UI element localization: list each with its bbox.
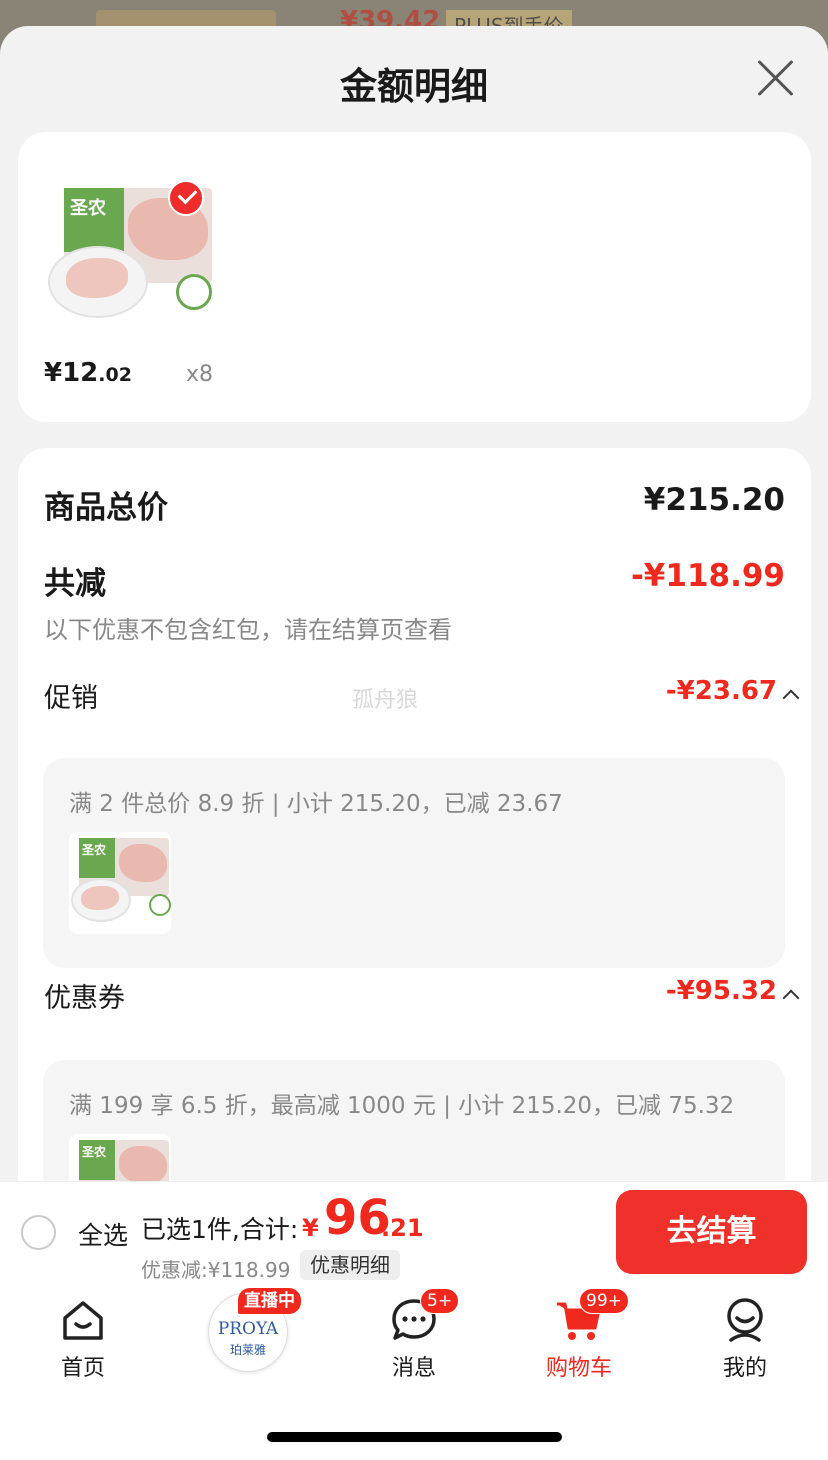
checkout-bar: 全选 已选1件,合计: ¥ 96 .21 优惠减:¥118.99 优惠明细 去结… — [0, 1181, 828, 1282]
cart-badge: 99+ — [579, 1288, 629, 1314]
amount-detail-sheet: 金额明细 圣农 ¥12.02 x8 商品总价 ¥215.20 共减 -¥118.… — [0, 26, 828, 1281]
promotion-value[interactable]: -¥23.67 — [666, 676, 777, 706]
close-icon[interactable] — [754, 56, 798, 100]
selected-count-label: 已选1件,合计: — [141, 1215, 299, 1244]
price-breakdown-card: 商品总价 ¥215.20 共减 -¥118.99 以下优惠不包含红包，请在结算页… — [18, 448, 811, 1281]
total-reduction-label: 共减 — [44, 566, 106, 602]
product-card: 圣农 ¥12.02 x8 — [18, 132, 811, 422]
sheet-title: 金额明细 — [340, 65, 488, 108]
discount-detail-button[interactable]: 优惠明细 — [300, 1250, 400, 1280]
select-all-radio[interactable] — [21, 1215, 56, 1250]
coupon-value[interactable]: -¥95.32 — [666, 976, 777, 1006]
coupon-detail-text: 满 199 享 6.5 折，最高减 1000 元 | 小计 215.20，已减 … — [69, 1093, 735, 1119]
price-decimal: .02 — [98, 364, 132, 386]
tab-live-stream[interactable]: PROYA 珀莱雅 直播中 — [178, 1282, 318, 1382]
goods-total-label: 商品总价 — [44, 490, 168, 526]
tab-home-label: 首页 — [60, 1356, 105, 1381]
promotion-detail-box: 满 2 件总价 8.9 折 | 小计 215.20，已减 23.67 圣农 — [43, 758, 785, 968]
reduction-note: 以下优惠不包含红包，请在结算页查看 — [44, 616, 452, 644]
tab-me[interactable]: 我的 — [675, 1282, 815, 1382]
chevron-up-icon[interactable] — [782, 989, 800, 1007]
checkout-button[interactable]: 去结算 — [616, 1190, 807, 1274]
home-icon — [63, 1301, 103, 1340]
discount-amount: 优惠减:¥118.99 — [141, 1258, 291, 1282]
total-currency: ¥ — [302, 1214, 319, 1242]
tab-home[interactable]: 首页 — [13, 1282, 153, 1382]
tab-cart-label: 购物车 — [545, 1356, 612, 1381]
product-quantity: x8 — [186, 362, 214, 387]
home-indicator — [267, 1432, 562, 1442]
promotion-product-thumb[interactable]: 圣农 — [69, 832, 171, 934]
live-brand-subtitle: 珀莱雅 — [229, 1343, 266, 1357]
product-label-badge — [176, 274, 212, 310]
tab-messages[interactable]: 5+ 消息 — [344, 1282, 484, 1382]
user-icon — [727, 1298, 763, 1342]
watermark: 孤舟狼 — [352, 688, 419, 713]
tab-cart[interactable]: 99+ 购物车 — [509, 1282, 649, 1382]
select-all-label[interactable]: 全选 — [78, 1216, 128, 1252]
price-integer: ¥12 — [44, 358, 99, 388]
product-unit-price: ¥12.02 — [44, 358, 132, 388]
goods-total-value: ¥215.20 — [643, 482, 785, 518]
tab-messages-label: 消息 — [391, 1356, 436, 1381]
total-reduction-value: -¥118.99 — [630, 558, 785, 594]
product-brand-logo: 圣农 — [82, 843, 107, 857]
live-badge: 直播中 — [238, 1288, 301, 1314]
messages-badge: 5+ — [420, 1288, 460, 1314]
chevron-up-icon[interactable] — [782, 689, 800, 707]
total-decimal: .21 — [381, 1214, 424, 1242]
coupon-label[interactable]: 优惠券 — [44, 976, 125, 1015]
promotion-detail-text: 满 2 件总价 8.9 折 | 小计 215.20，已减 23.67 — [69, 791, 563, 817]
promotion-label[interactable]: 促销 — [44, 676, 98, 715]
product-brand-logo: 圣农 — [82, 1145, 107, 1159]
check-icon[interactable] — [168, 180, 204, 216]
live-brand-logo: PROYA — [217, 1319, 279, 1339]
product-brand-logo: 圣农 — [70, 198, 106, 219]
tab-me-label: 我的 — [722, 1356, 767, 1381]
